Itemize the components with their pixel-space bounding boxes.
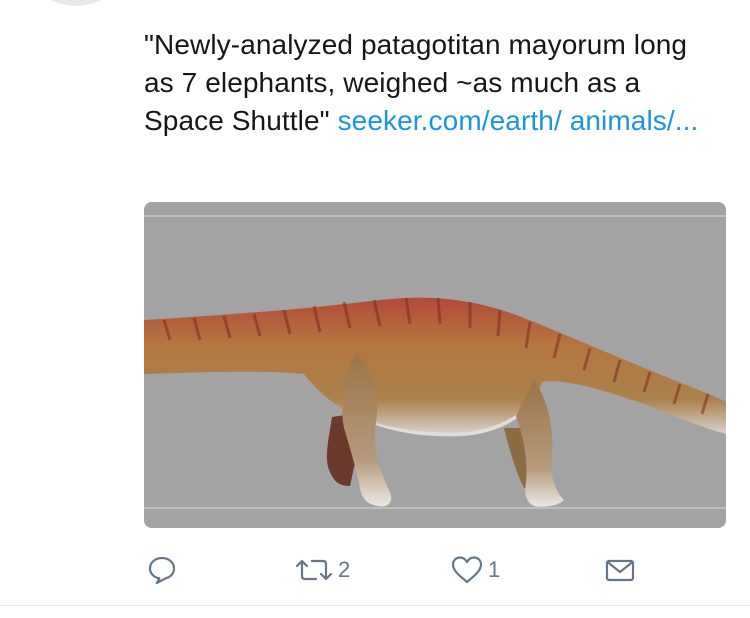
direct-message-button[interactable] [604, 548, 636, 592]
heart-icon [451, 556, 483, 584]
avatar[interactable] [34, 0, 118, 6]
envelope-icon [605, 559, 635, 582]
tweet-media-image[interactable] [144, 202, 726, 528]
like-count: 1 [488, 557, 501, 582]
retweet-count: 2 [338, 557, 351, 582]
retweet-icon [295, 559, 333, 581]
tweet-text: "Newly-analyzed patagotitan mayorum long… [144, 26, 724, 140]
dinosaur-image [144, 202, 726, 528]
tweet-actions: 2 1 [0, 548, 750, 592]
reply-icon [148, 556, 176, 585]
reply-button[interactable] [146, 548, 178, 592]
like-button[interactable]: 1 [450, 548, 500, 592]
divider [0, 605, 750, 606]
retweet-button[interactable]: 2 [294, 548, 350, 592]
tweet-link[interactable]: seeker.com/earth/ animals/... [338, 105, 699, 136]
